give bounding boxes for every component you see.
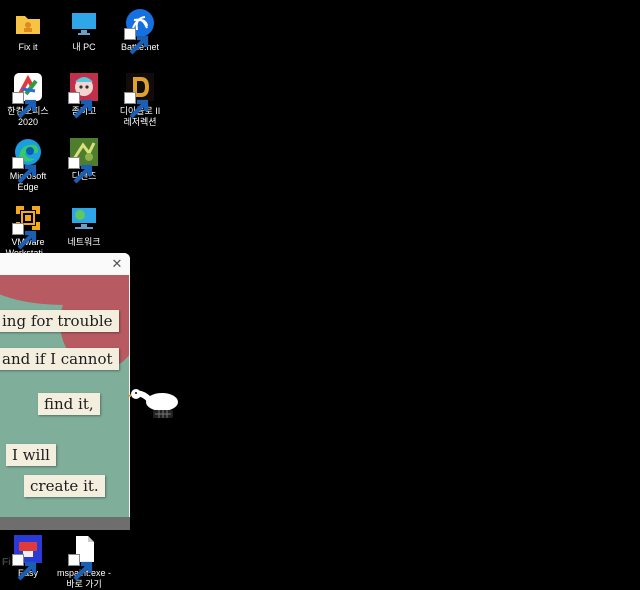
diablo-icon <box>124 72 155 119</box>
image-popup-window[interactable]: ✕ ing for trouble and if I cannot find i… <box>0 253 130 530</box>
desktop-icon-label: 내 PC <box>72 42 96 52</box>
file-icon <box>68 534 99 581</box>
quote-note: and if I cannot <box>0 348 119 370</box>
dians-game-icon <box>68 137 99 184</box>
shortcut-arrow-icon <box>68 554 93 581</box>
desktop-icon-zombie[interactable]: 좀비고 <box>56 72 112 119</box>
desktop-icon-my-pc[interactable]: 내 PC <box>56 8 112 53</box>
desktop-icon-mspaint[interactable]: mspaint.exe - 바로 가기 <box>56 534 112 590</box>
desktop-icon-label: 네트워크 <box>67 237 101 247</box>
quote-note: find it, <box>38 393 100 415</box>
shortcut-arrow-icon <box>12 554 37 581</box>
desktop-icon-edge[interactable]: Microsoft Edge <box>0 137 56 193</box>
edge-browser-icon <box>12 137 43 184</box>
quote-note: ing for trouble <box>0 310 119 332</box>
quote-note: create it. <box>24 475 105 497</box>
desktop-icon-battlenet[interactable]: Battle.net <box>112 8 168 55</box>
shortcut-arrow-icon <box>124 92 149 119</box>
folder-icon <box>13 8 43 38</box>
vmware-icon <box>12 203 43 250</box>
desktop-icon-vmware[interactable]: VMware Workstati... <box>0 203 56 259</box>
popup-bottom-edge <box>0 517 130 530</box>
bottom-overlay-text: Fi <box>2 557 11 568</box>
easy-app-icon <box>12 534 43 581</box>
desktop-icon-diablo[interactable]: 디아블로 II 레저렉션 <box>112 72 168 128</box>
popup-titlebar[interactable]: ✕ <box>0 253 130 275</box>
shortcut-arrow-icon <box>12 223 37 250</box>
goose-icon[interactable] <box>127 384 182 422</box>
battlenet-icon <box>124 8 155 55</box>
shortcut-arrow-icon <box>12 92 37 119</box>
desktop-icon-dians[interactable]: 디앤즈 <box>56 137 112 184</box>
quote-collage-image: ing for trouble and if I cannot find it,… <box>0 275 129 530</box>
hancom-office-icon <box>12 72 43 119</box>
network-icon <box>69 203 99 233</box>
monitor-icon <box>69 8 99 38</box>
shortcut-arrow-icon <box>124 28 149 55</box>
shortcut-arrow-icon <box>12 157 37 184</box>
desktop-icon-hancom[interactable]: 한컴오피스 2020 <box>0 72 56 128</box>
quote-note: I will <box>6 444 56 466</box>
desktop-icon-fix-it[interactable]: Fix it <box>0 8 56 53</box>
close-icon[interactable]: ✕ <box>110 257 124 271</box>
zombie-game-icon <box>68 72 99 119</box>
desktop-icon-network[interactable]: 네트워크 <box>56 203 112 248</box>
desktop-icon-label: Fix it <box>18 42 38 52</box>
shortcut-arrow-icon <box>68 157 93 184</box>
shortcut-arrow-icon <box>68 92 93 119</box>
